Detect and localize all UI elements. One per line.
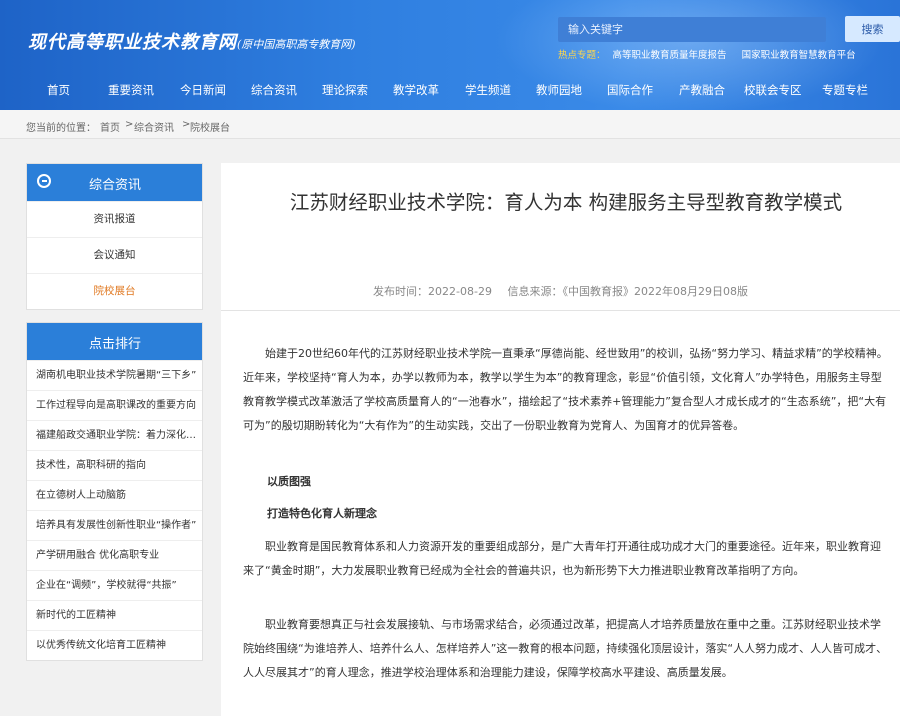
sidebar-item-meeting-notice[interactable]: 会议通知 <box>27 237 202 273</box>
search-input[interactable] <box>558 17 826 42</box>
nav-item-students[interactable]: 学生频道 <box>465 82 511 98</box>
sidebar-category-title: 综合资讯 <box>89 178 142 193</box>
sidebar-item-news-reports[interactable]: 资讯报道 <box>27 201 202 237</box>
sidebar-category-header: 综合资讯 <box>27 164 202 201</box>
menu-circle-icon <box>37 174 51 188</box>
sidebar-category-box: 综合资讯 资讯报道 会议通知 院校展台 <box>26 163 203 310</box>
nav-item-international[interactable]: 国际合作 <box>607 82 653 98</box>
article-panel: 江苏财经职业技术学院：育人为本 构建服务主导型教育教学模式 发布时间：2022-… <box>221 163 900 716</box>
article-paragraph: 职业教育要想真正与社会发展接轨、与市场需求结合，必须通过改革，把提高人才培养质量… <box>243 618 888 679</box>
article-meta: 发布时间：2022-08-29 信息来源：《中国教育报》2022年08月29日0… <box>221 283 900 299</box>
ranking-item[interactable]: 企业在“调频”，学校就得“共振” <box>27 570 202 600</box>
article-divider <box>221 310 900 311</box>
hot-topic-link[interactable]: 国家职业教育智慧教育平台 <box>742 50 856 61</box>
breadcrumb-home[interactable]: 首页 <box>100 119 120 134</box>
article-date: 发布时间：2022-08-29 <box>373 285 492 298</box>
ranking-item[interactable]: 湖南机电职业技术学院暑期“三下乡” <box>27 360 202 390</box>
nav-item-industry[interactable]: 产教融合 <box>679 82 725 98</box>
ranking-item[interactable]: 以优秀传统文化培育工匠精神 <box>27 630 202 660</box>
logo-subtitle: (原中国高职高专教育网) <box>237 38 356 51</box>
logo-text: 现代高等职业技术教育网 <box>28 32 237 53</box>
article-paragraph: 始建于20世纪60年代的江苏财经职业技术学院一直秉承“厚德尚能、经世致用”的校训… <box>243 347 888 432</box>
ranking-item[interactable]: 工作过程导向是高职课改的重要方向 <box>27 390 202 420</box>
search-button[interactable]: 搜索 <box>845 16 900 42</box>
nav-item-general-news[interactable]: 综合资讯 <box>251 82 297 98</box>
ranking-item[interactable]: 新时代的工匠精神 <box>27 600 202 630</box>
sidebar-item-school-showcase[interactable]: 院校展台 <box>27 273 202 309</box>
article-heading: 以质图强 <box>267 475 311 488</box>
nav-item-teaching-reform[interactable]: 教学改革 <box>393 82 439 98</box>
article-source: 信息来源：《中国教育报》2022年08月29日08版 <box>507 285 748 298</box>
breadcrumb: 您当前的位置： 首页 > 综合资讯 > 院校展台 <box>0 110 900 139</box>
hot-topic-link[interactable]: 高等职业教育质量年度报告 <box>613 50 727 61</box>
article-title: 江苏财经职业技术学院：育人为本 构建服务主导型教育教学模式 <box>289 191 843 214</box>
ranking-item[interactable]: 培养具有发展性创新性职业“操作者” <box>27 510 202 540</box>
hot-topics: 热点专题： 高等职业教育质量年度报告 国家职业教育智慧教育平台 <box>558 47 868 61</box>
ranking-item[interactable]: 福建船政交通职业学院：着力深化产教融合 <box>27 420 202 450</box>
ranking-item[interactable]: 在立德树人上动脑筋 <box>27 480 202 510</box>
ranking-item[interactable]: 技术性，高职科研的指向 <box>27 450 202 480</box>
main-nav: 首页 重要资讯 今日新闻 综合资讯 理论探索 教学改革 学生频道 教师园地 国际… <box>0 82 900 102</box>
sidebar-ranking-title: 点击排行 <box>89 337 142 352</box>
nav-item-today-news[interactable]: 今日新闻 <box>180 82 226 98</box>
breadcrumb-general-news[interactable]: 综合资讯 <box>134 119 174 134</box>
ranking-item[interactable]: 产学研用融合 优化高职专业 <box>27 540 202 570</box>
nav-item-teachers[interactable]: 教师园地 <box>536 82 582 98</box>
breadcrumb-prefix: 您当前的位置： <box>26 123 96 134</box>
site-header: 现代高等职业技术教育网(原中国高职高专教育网) 搜索 热点专题： 高等职业教育质… <box>0 0 900 110</box>
nav-item-alliance[interactable]: 校联会专区 <box>744 82 802 98</box>
nav-item-important-news[interactable]: 重要资讯 <box>108 82 154 98</box>
nav-item-topics[interactable]: 专题专栏 <box>822 82 868 98</box>
hot-topics-label: 热点专题： <box>558 50 606 61</box>
nav-item-theory[interactable]: 理论探索 <box>322 82 368 98</box>
breadcrumb-current[interactable]: 院校展台 <box>190 119 230 134</box>
sidebar-ranking-header: 点击排行 <box>27 323 202 360</box>
nav-item-home[interactable]: 首页 <box>47 82 70 98</box>
breadcrumb-separator: > <box>125 119 134 130</box>
article-subheading: 打造特色化育人新理念 <box>267 507 377 520</box>
sidebar-ranking-box: 点击排行 湖南机电职业技术学院暑期“三下乡” 工作过程导向是高职课改的重要方向 … <box>26 322 203 661</box>
article-paragraph: 职业教育是国民教育体系和人力资源开发的重要组成部分，是广大青年打开通往成功成才大… <box>243 540 881 577</box>
site-logo[interactable]: 现代高等职业技术教育网(原中国高职高专教育网) <box>28 28 356 54</box>
